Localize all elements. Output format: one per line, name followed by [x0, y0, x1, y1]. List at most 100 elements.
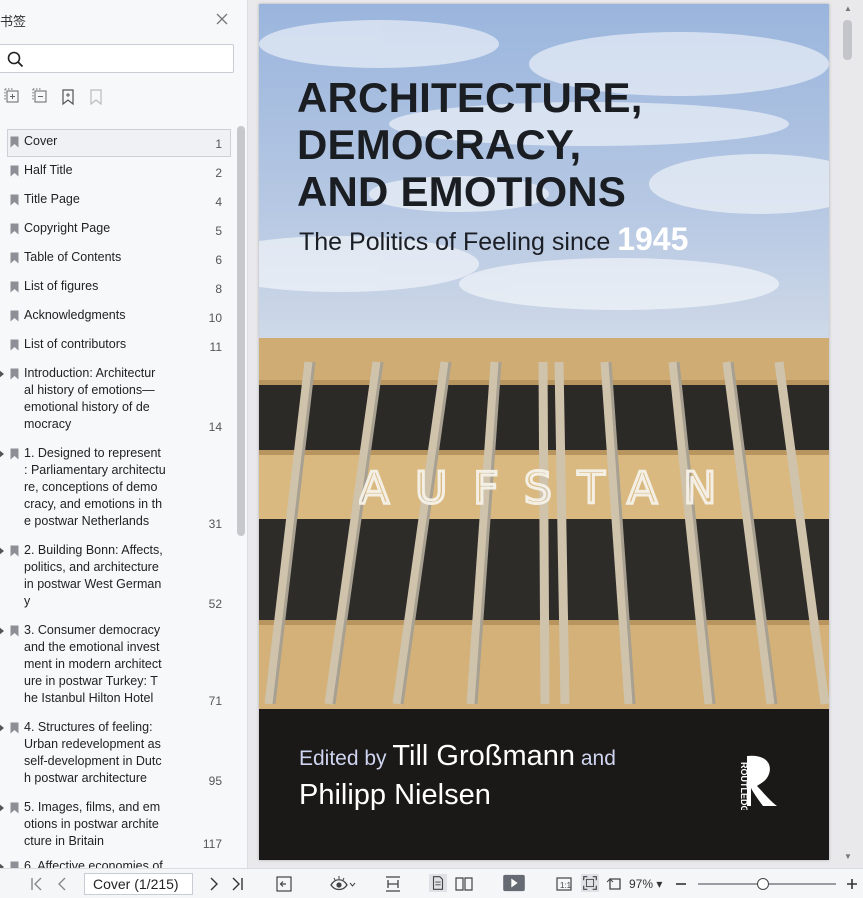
bookmark-page-number: 11	[209, 340, 222, 354]
bookmark-label: List of figures	[24, 279, 99, 293]
bookmark-list: Cover 1 Half Title 2 Title Page 4 Copyright Pa…	[0, 122, 236, 868]
edited-by-label: Edited by	[299, 747, 393, 770]
document-scrollbar[interactable]	[843, 20, 852, 60]
bookmark-icon	[10, 281, 19, 293]
book-title-line: DEMOCRACY,	[297, 121, 582, 168]
bookmark-page-number: 2	[215, 166, 222, 180]
rotate-view-icon[interactable]	[606, 875, 624, 893]
document-view[interactable]: AUFSTAN ARCHITECTURE, DEMOCRACY, AND EMO…	[248, 0, 863, 868]
bookmark-page-number: 6	[215, 253, 222, 267]
zoom-value: 97%	[629, 877, 654, 891]
pdf-reader-window: 书签 Cover 1 Half Title 2 Title Page 4 Copyright…	[0, 0, 863, 898]
editors-block: Edited by Till Großmann and Philipp Niel…	[299, 740, 616, 812]
bookmark-icon	[10, 165, 19, 177]
bookmark-icon	[10, 625, 19, 637]
expand-arrow-icon[interactable]	[0, 369, 6, 379]
zoom-in-icon[interactable]	[845, 875, 859, 893]
bookmark-label: Half Title	[24, 163, 73, 177]
add-bookmark-icon[interactable]	[60, 88, 76, 106]
page-number-field[interactable]: Cover (1/215)	[84, 873, 193, 895]
zoom-level[interactable]: 97% ▾	[629, 877, 662, 891]
zoom-out-icon[interactable]	[674, 875, 688, 893]
slideshow-icon[interactable]	[501, 874, 527, 892]
bookmark-page-number: 95	[208, 774, 222, 788]
zoom-slider-handle[interactable]	[756, 878, 769, 890]
bookmark-page-number: 31	[208, 517, 222, 531]
sidebar-scrollbar[interactable]	[237, 126, 245, 536]
bookmark-search-box[interactable]	[0, 44, 234, 73]
expand-arrow-icon[interactable]	[0, 626, 6, 636]
scroll-up-arrow[interactable]: ▲	[844, 4, 852, 13]
back-icon[interactable]	[275, 875, 293, 893]
remove-bookmark-icon[interactable]	[88, 88, 104, 106]
graffiti-text: AUFSTAN	[359, 462, 742, 515]
bookmark-icon	[10, 861, 19, 868]
bookmark-label: 6. Affective economies of	[24, 859, 163, 868]
bookmark-label: Table of Contents	[24, 250, 122, 264]
editor-name: Till Großmann	[392, 740, 576, 772]
actual-size-icon[interactable]: 1:1	[556, 875, 572, 893]
bookmark-page-number: 52	[208, 597, 222, 611]
panel-title: 书签	[0, 14, 27, 29]
bookmark-page-number: 4	[215, 195, 222, 209]
collapse-all-icon[interactable]	[32, 88, 48, 106]
bookmark-label: Acknowledgments	[24, 308, 126, 322]
single-page-view-icon[interactable]	[428, 874, 448, 892]
search-icon	[7, 51, 24, 68]
bookmark-page-number: 8	[215, 282, 222, 296]
two-page-view-icon[interactable]	[454, 875, 474, 893]
svg-text:AUFSTAN: AUFSTAN	[359, 463, 742, 514]
bookmark-label: 2. Building Bonn: Affects, politics, and …	[24, 543, 163, 608]
bookmark-label: List of contributors	[24, 337, 127, 351]
last-page-icon[interactable]	[230, 875, 244, 893]
bookmark-icon	[10, 722, 19, 734]
bookmarks-panel: 书签 Cover 1 Half Title 2 Title Page 4 Copyright…	[0, 0, 248, 868]
bookmark-label: Copyright Page	[24, 221, 111, 235]
bookmark-icon	[10, 136, 19, 148]
expand-arrow-icon[interactable]	[0, 723, 6, 733]
bookmark-icon	[10, 339, 19, 351]
editor-name: Philipp Nielsen	[299, 779, 491, 811]
bottom-toolbar: Cover (1/215) 1:1 97% ▾	[0, 868, 863, 898]
bookmark-icon	[10, 223, 19, 235]
bookmark-label: 5. Images, films, and em otions in postwa…	[24, 800, 161, 848]
bookmark-icon	[10, 448, 19, 460]
bookmark-label: 1. Designed to represent: Parliamentary …	[24, 446, 166, 528]
fit-width-icon[interactable]	[384, 875, 402, 893]
expand-arrow-icon[interactable]	[0, 803, 6, 813]
bookmark-icon	[10, 194, 19, 206]
book-title: ARCHITECTURE, DEMOCRACY, AND EMOTIONS	[297, 74, 643, 215]
book-title-line: AND EMOTIONS	[297, 168, 627, 215]
expand-arrow-icon[interactable]	[0, 449, 6, 459]
bookmark-label: 4. Structures of feeling: Urban redevelop…	[24, 720, 162, 785]
bookmark-page-number: 71	[208, 694, 222, 708]
bookmark-page-number: 5	[215, 224, 222, 238]
bookmark-icon	[10, 310, 19, 322]
subtitle-year: 1945	[617, 221, 689, 257]
scroll-down-arrow[interactable]: ▼	[844, 852, 852, 861]
bookmark-icon	[10, 545, 19, 557]
routledge-logo: ROUTLEDGE	[739, 755, 777, 810]
search-input[interactable]	[29, 49, 225, 69]
bookmark-page-number: 1	[215, 137, 222, 151]
expand-arrow-icon[interactable]	[0, 546, 6, 556]
and-label: and	[575, 747, 616, 770]
subtitle-text: The Politics of Feeling since	[299, 228, 618, 256]
bookmark-page-number: 10	[208, 311, 222, 325]
expand-all-icon[interactable]	[4, 88, 20, 106]
bookmark-label: Introduction: Architectur al history of e…	[24, 366, 156, 431]
close-icon[interactable]	[215, 12, 229, 26]
book-title-line: ARCHITECTURE,	[297, 74, 643, 121]
book-subtitle: The Politics of Feeling since 1945	[299, 221, 688, 258]
bookmark-label: 3. Consumer democracy and the emotional i…	[24, 623, 162, 705]
bookmark-page-number: 117	[202, 837, 222, 851]
bookmark-label: Title Page	[24, 192, 80, 206]
next-page-icon[interactable]	[208, 875, 220, 893]
fit-page-icon[interactable]	[580, 874, 600, 892]
first-page-icon[interactable]	[30, 875, 44, 893]
book-cover-page: AUFSTAN ARCHITECTURE, DEMOCRACY, AND EMO…	[259, 4, 829, 860]
svg-text:ROUTLEDGE: ROUTLEDGE	[739, 762, 749, 810]
read-mode-icon[interactable]	[330, 875, 356, 893]
previous-page-icon[interactable]	[56, 875, 68, 893]
bookmark-icon	[10, 802, 19, 814]
